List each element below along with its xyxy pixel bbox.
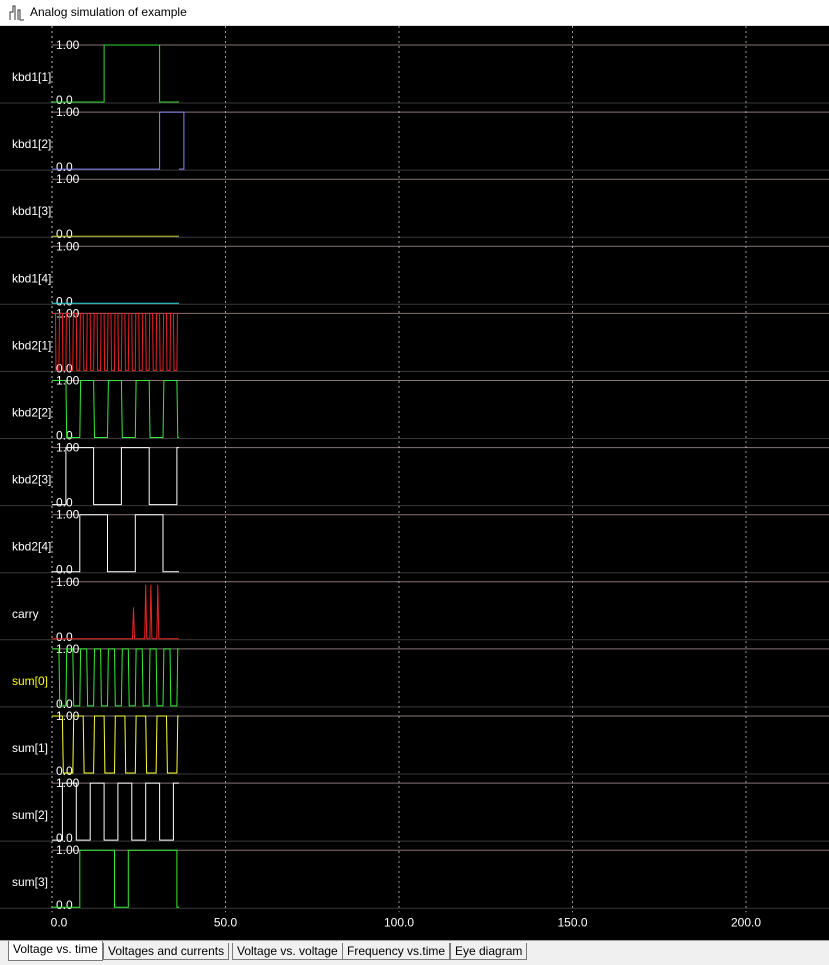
trace-label: sum[0]: [12, 674, 48, 688]
trace-label: sum[3]: [12, 875, 48, 889]
view-tab-bar: Voltage vs. time Voltages and currents V…: [0, 940, 829, 965]
waveform-app-icon: [9, 5, 24, 21]
trace-label: kbd1[3]: [12, 204, 51, 218]
x-axis-tick-label: 100.0: [384, 915, 414, 929]
trace-label: sum[1]: [12, 741, 48, 755]
tab-voltage-vs-voltage[interactable]: Voltage vs. voltage: [232, 943, 343, 960]
trace-label: kbd2[2]: [12, 406, 51, 420]
x-axis-tick-label: 150.0: [557, 915, 587, 929]
trace-label: sum[2]: [12, 808, 48, 822]
y-max-label: 1.00: [56, 105, 80, 119]
trace-label: kbd2[1]: [12, 338, 51, 352]
y-max-label: 1.00: [56, 575, 80, 589]
y-max-label: 1.00: [56, 172, 80, 186]
trace-label: kbd1[2]: [12, 137, 51, 151]
y-max-label: 1.00: [56, 239, 80, 253]
tab-eye-diagram[interactable]: Eye diagram: [450, 943, 528, 960]
tab-voltages-and-currents[interactable]: Voltages and currents: [103, 943, 230, 960]
y-max-label: 1.00: [56, 843, 80, 857]
y-min-label: 0.0: [56, 898, 73, 912]
trace-label: kbd1[4]: [12, 271, 51, 285]
trace-label: carry: [12, 607, 39, 621]
tab-voltage-vs-time[interactable]: Voltage vs. time: [8, 941, 103, 961]
x-axis-tick-label: 0.0: [51, 915, 68, 929]
trace-label: kbd1[1]: [12, 70, 51, 84]
waveform-plot-area[interactable]: 0.0 50.0 100.0 150.0 200.0 kbd1[1] 1.00 0.0 kbd1…: [0, 26, 829, 940]
waveform-canvas[interactable]: 0.0 50.0 100.0 150.0 200.0 kbd1[1] 1.00 0.0 kbd1…: [0, 26, 829, 940]
tab-frequency-vs-time[interactable]: Frequency vs.time: [342, 943, 451, 960]
x-axis-tick-label: 200.0: [731, 915, 761, 929]
window-title: Analog simulation of example: [30, 5, 187, 19]
title-bar: Analog simulation of example: [0, 0, 829, 26]
y-max-label: 1.00: [56, 38, 80, 52]
y-max-label: 1.00: [56, 508, 80, 522]
trace-label: kbd2[3]: [12, 473, 51, 487]
x-axis-tick-label: 50.0: [214, 915, 238, 929]
trace-label: kbd2[4]: [12, 540, 51, 554]
